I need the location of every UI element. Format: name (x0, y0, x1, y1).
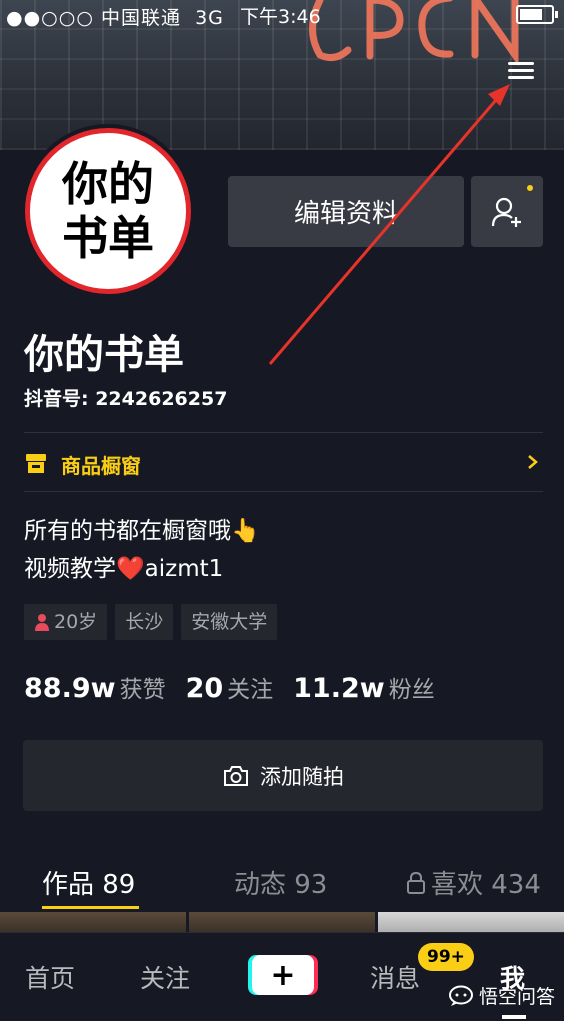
camera-icon (224, 765, 248, 786)
followers-stat[interactable]: 11.2w 粉丝 (293, 670, 435, 704)
bio-line-2: 视频教学❤️aizmt1 (24, 556, 224, 582)
content-tabs: 作品 89 动态 93 喜欢 434 (0, 856, 564, 912)
create-button[interactable]: + (252, 955, 314, 995)
messages-badge: 99+ (418, 943, 474, 971)
lock-icon (407, 871, 425, 894)
active-nav-indicator (502, 1015, 526, 1019)
carrier-label: 中国联通 (100, 7, 181, 29)
tab-works[interactable]: 作品 89 (42, 864, 135, 901)
bio: 所有的书都在橱窗哦👆 视频教学❤️aizmt1 (24, 512, 260, 588)
tab-likes[interactable]: 喜欢 434 (405, 864, 541, 901)
city-tag: 长沙 (115, 604, 174, 640)
add-user-icon (491, 197, 521, 227)
following-stat[interactable]: 20 关注 (186, 670, 274, 704)
speech-bubble-icon (449, 985, 473, 1006)
nav-messages[interactable]: 消息 (370, 959, 420, 995)
add-snapshot-button[interactable]: 添加随拍 (23, 740, 543, 811)
add-snapshot-label: 添加随拍 (260, 764, 344, 789)
network-type: 3G (195, 7, 224, 29)
heart-emoji: ❤️ (116, 556, 145, 582)
bio-line-1: 所有的书都在橱窗哦👆 (24, 518, 260, 544)
tab-moments[interactable]: 动态 93 (234, 864, 327, 901)
profile-name: 你的书单 (24, 332, 184, 378)
status-bar: ●●○○○ 中国联通 3G 下午3:46 (0, 0, 564, 29)
female-icon (35, 614, 49, 631)
notification-dot (527, 185, 533, 191)
avatar[interactable]: 你的书单 (25, 128, 191, 294)
shop-window-label: 商品橱窗 (61, 454, 141, 478)
nav-follow[interactable]: 关注 (140, 959, 190, 995)
menu-icon[interactable] (508, 58, 534, 82)
watermark: 悟空问答 (448, 982, 555, 1009)
douyin-id: 抖音号: 2242626257 (24, 388, 228, 410)
edit-profile-button[interactable]: 编辑资料 (228, 176, 464, 247)
avatar-text: 你的书单 (62, 157, 154, 265)
clock: 下午3:46 (240, 6, 321, 28)
likes-stat[interactable]: 88.9w 获赞 (24, 670, 166, 704)
age-tag: 20岁 (24, 604, 108, 640)
shop-window-row[interactable]: 商品橱窗 (24, 448, 543, 478)
nav-home[interactable]: 首页 (25, 959, 75, 995)
active-tab-indicator (42, 906, 139, 909)
divider (24, 432, 543, 433)
profile-stats: 88.9w 获赞 20 关注 11.2w 粉丝 (24, 670, 435, 704)
battery-icon (516, 5, 558, 24)
signal-indicator: ●●○○○ 中国联通 3G (6, 7, 224, 29)
shop-icon (26, 454, 46, 473)
school-tag: 安徽大学 (181, 604, 278, 640)
chevron-right-icon (528, 455, 538, 469)
profile-tags: 20岁 长沙 安徽大学 (24, 604, 278, 640)
add-friend-button[interactable] (471, 176, 543, 247)
divider (24, 491, 543, 492)
